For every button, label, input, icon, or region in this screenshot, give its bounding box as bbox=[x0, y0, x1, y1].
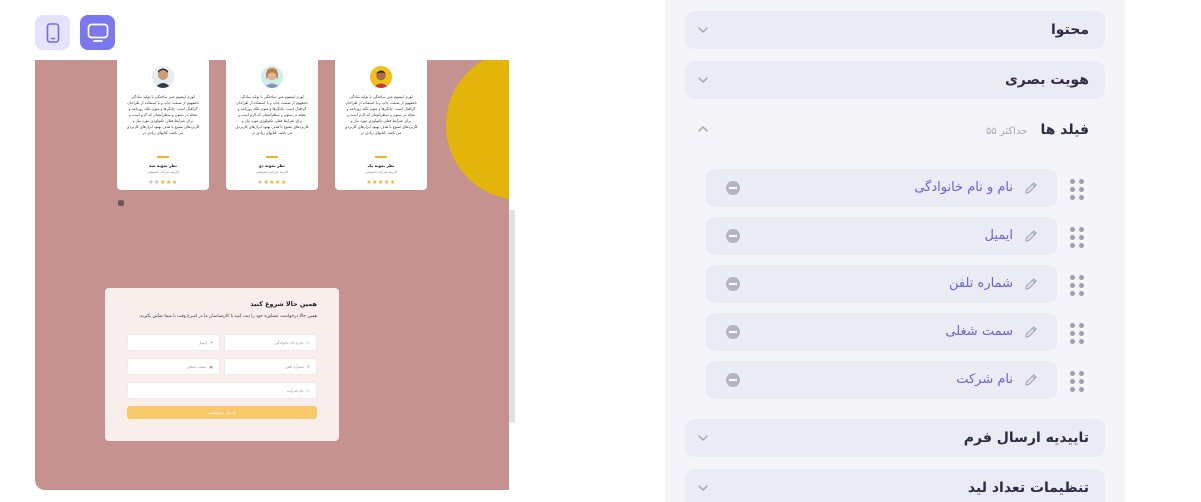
avatar-man-yellow-icon bbox=[370, 66, 392, 88]
lead-form-preview: همین حالا شروع کنید همین حالا درخواست مش… bbox=[105, 288, 339, 441]
testimonial-text: لورم ایپسوم متن ساختگی با تولید سادگی نا… bbox=[126, 95, 200, 135]
accordion-fields[interactable]: فیلد ها حداکثر ۵۵ bbox=[685, 110, 1105, 148]
avatar bbox=[370, 66, 392, 88]
testimonial-card: لورم ایپسوم متن ساختگی با تولید سادگی نا… bbox=[226, 60, 318, 190]
phone-icon: ✆ bbox=[306, 364, 310, 369]
field-item-phone[interactable]: شماره تلفن bbox=[706, 265, 1057, 303]
accordion-title: تاییدیه ارسال فرم bbox=[963, 430, 1089, 446]
remove-field-icon[interactable] bbox=[726, 325, 740, 339]
form-description: همین حالا درخواست مشاوره خود را ثبت کنید… bbox=[138, 314, 317, 319]
form-input-company[interactable]: ⚇ نام شرکت bbox=[127, 382, 317, 399]
accent-bar bbox=[266, 156, 278, 158]
form-submit-button[interactable]: ارسال درخواست bbox=[127, 406, 317, 419]
edit-pencil-icon[interactable] bbox=[1023, 180, 1039, 196]
testimonial-text: لورم ایپسوم متن ساختگی با تولید سادگی نا… bbox=[344, 95, 418, 135]
preview-scrollbar[interactable] bbox=[509, 210, 515, 423]
edit-pencil-icon[interactable] bbox=[1023, 276, 1039, 292]
field-item-email[interactable]: ایمیل bbox=[706, 217, 1057, 255]
field-item-company[interactable]: نام شرکت bbox=[706, 361, 1057, 399]
settings-panel: محتوا هویت بصری فیلد ها حداکثر ۵۵ نام و … bbox=[665, 0, 1125, 502]
form-input-job-title[interactable]: ▣ سمت شغلی bbox=[127, 358, 220, 375]
avatar bbox=[152, 66, 174, 88]
edit-pencil-icon[interactable] bbox=[1023, 228, 1039, 244]
star-rating: ★★★★★ bbox=[148, 179, 178, 186]
testimonial-card: لورم ایپسوم متن ساختگی با تولید سادگی نا… bbox=[117, 60, 209, 190]
testimonial-name: نظر نمونه دو bbox=[259, 163, 285, 168]
testimonial-role: کارمند شرکت خصوصی bbox=[146, 170, 180, 174]
building-icon: ⚇ bbox=[306, 388, 310, 393]
accordion-title: هویت بصری bbox=[1004, 72, 1089, 88]
accordion-visual-identity[interactable]: هویت بصری bbox=[685, 61, 1105, 99]
testimonial-text: لورم ایپسوم متن ساختگی با تولید سادگی نا… bbox=[235, 95, 309, 135]
remove-field-icon[interactable] bbox=[726, 277, 740, 291]
form-input-phone[interactable]: ✆ شماره تلفن bbox=[224, 358, 317, 375]
star-rating: ★★★★★ bbox=[366, 179, 396, 186]
testimonial-name: نظر نمونه سه bbox=[149, 163, 177, 168]
desktop-view-button[interactable] bbox=[80, 15, 115, 50]
editor-root: لورم ایپسوم متن ساختگی با تولید سادگی نا… bbox=[0, 0, 1201, 502]
field-label: شماره تلفن bbox=[949, 276, 1013, 291]
form-input-fullname[interactable]: ⚇ نام و نام خانوادگی bbox=[224, 334, 317, 351]
chevron-up-icon bbox=[698, 125, 708, 132]
briefcase-icon: ▣ bbox=[209, 364, 213, 369]
drag-handle-icon[interactable] bbox=[1070, 227, 1084, 248]
drag-handle-icon[interactable] bbox=[1070, 371, 1084, 392]
chevron-down-icon bbox=[698, 77, 708, 84]
drag-handle-icon[interactable] bbox=[1070, 323, 1084, 344]
fields-limit-label: حداکثر ۵۵ bbox=[985, 126, 1028, 137]
user-icon: ⚇ bbox=[306, 340, 310, 345]
testimonial-card: لورم ایپسوم متن ساختگی با تولید سادگی نا… bbox=[335, 60, 427, 190]
accent-bar bbox=[375, 156, 387, 158]
testimonial-name: نظر نمونه یک bbox=[367, 163, 395, 168]
chevron-down-icon bbox=[698, 485, 708, 492]
field-label: نام شرکت bbox=[956, 372, 1013, 387]
star-rating: ★★★★★ bbox=[257, 179, 287, 186]
accent-bar bbox=[157, 156, 169, 158]
chevron-down-icon bbox=[698, 435, 708, 442]
accordion-title: فیلد ها bbox=[1040, 122, 1089, 138]
decorative-circle bbox=[446, 60, 509, 200]
mail-icon: ✉ bbox=[209, 340, 213, 345]
avatar bbox=[261, 66, 283, 88]
field-item-job-title[interactable]: سمت شغلی bbox=[706, 313, 1057, 351]
mobile-view-button[interactable] bbox=[35, 15, 70, 50]
mobile-phone-icon bbox=[46, 22, 59, 43]
chevron-down-icon bbox=[698, 27, 708, 34]
accordion-lead-count-settings[interactable]: تنظیمات تعداد لید bbox=[685, 469, 1105, 502]
avatar-woman-icon bbox=[261, 66, 283, 88]
testimonial-role: کارمند شرکت خصوصی bbox=[255, 170, 289, 174]
testimonial-role: کارمند شرکت خصوصی bbox=[364, 170, 398, 174]
remove-field-icon[interactable] bbox=[726, 181, 740, 195]
accordion-content[interactable]: محتوا bbox=[685, 11, 1105, 49]
drag-handle-icon[interactable] bbox=[1070, 275, 1084, 296]
field-label: ایمیل bbox=[984, 228, 1013, 243]
accordion-title: تنظیمات تعداد لید bbox=[967, 480, 1089, 496]
chat-widget-icon[interactable] bbox=[118, 200, 124, 206]
accordion-submit-confirmation[interactable]: تاییدیه ارسال فرم bbox=[685, 419, 1105, 457]
accordion-title: محتوا bbox=[1050, 22, 1089, 38]
form-input-email[interactable]: ✉ ایمیل bbox=[127, 334, 220, 351]
drag-handle-icon[interactable] bbox=[1070, 179, 1084, 200]
desktop-monitor-icon bbox=[87, 23, 108, 42]
avatar-man-glasses-icon bbox=[152, 66, 174, 88]
edit-pencil-icon[interactable] bbox=[1023, 324, 1039, 340]
edit-pencil-icon[interactable] bbox=[1023, 372, 1039, 388]
field-item-fullname[interactable]: نام و نام خانوادگی bbox=[706, 169, 1057, 207]
field-label: نام و نام خانوادگی bbox=[914, 180, 1013, 195]
page-preview: لورم ایپسوم متن ساختگی با تولید سادگی نا… bbox=[35, 60, 509, 490]
remove-field-icon[interactable] bbox=[726, 373, 740, 387]
form-title: همین حالا شروع کنید bbox=[250, 300, 317, 308]
field-label: سمت شغلی bbox=[945, 324, 1013, 339]
remove-field-icon[interactable] bbox=[726, 229, 740, 243]
